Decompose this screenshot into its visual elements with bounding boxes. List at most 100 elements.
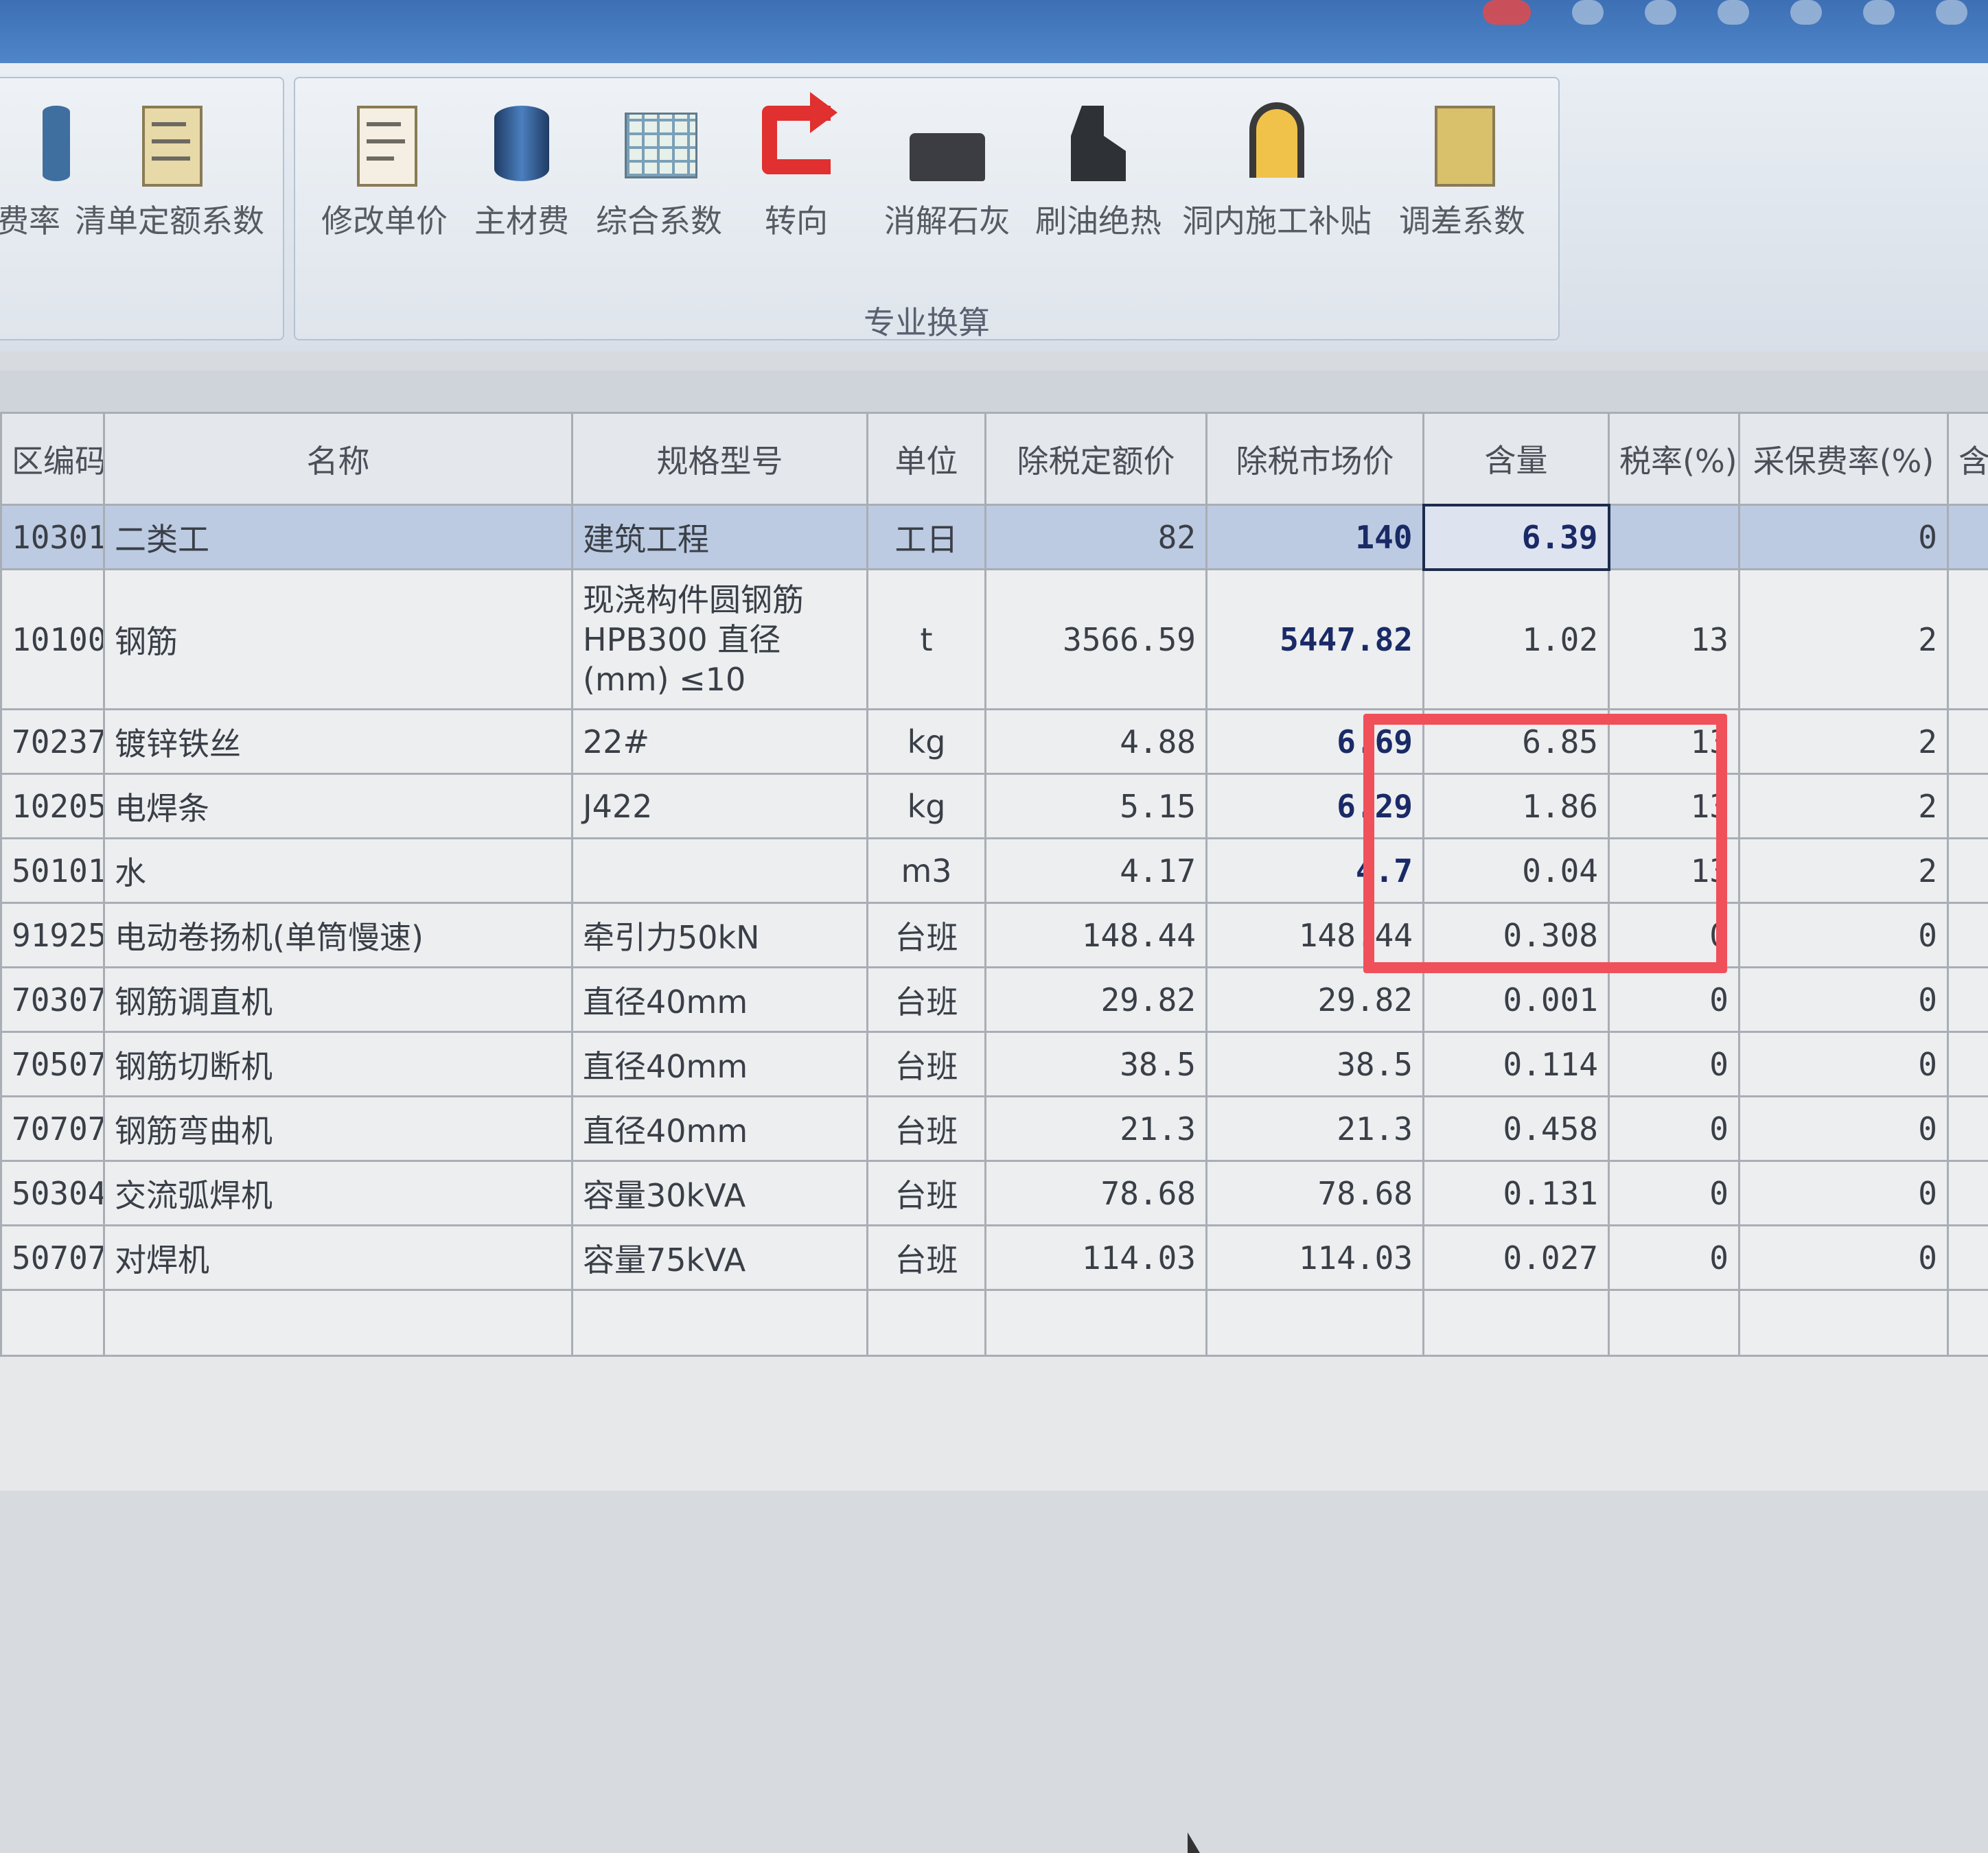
cell-unit[interactable]: 工日 [868,505,986,570]
cell-market-price[interactable]: 29.82 [1207,968,1424,1032]
cell-code[interactable]: 50101 [1,839,104,903]
cell-unit[interactable]: t [868,570,986,710]
mic-icon[interactable] [1790,0,1822,25]
cell-code[interactable]: 10100 [1,570,104,710]
cell-code[interactable]: 70307 [1,968,104,1032]
cell-spec[interactable]: 22# [573,710,868,774]
cell-extra[interactable] [1948,1032,1988,1097]
cell-extra[interactable] [1948,968,1988,1032]
cell-base-price[interactable]: 21.3 [986,1097,1207,1161]
tunnel-subsidy-button[interactable]: 洞内施工补贴 [1181,99,1373,242]
col-name[interactable]: 名称 [104,413,573,505]
col-more[interactable]: 含 [1948,413,1988,505]
cell-base-price[interactable]: 4.17 [986,839,1207,903]
cell-qty[interactable]: 0.458 [1424,1097,1609,1161]
table-row[interactable]: 50707对焊机容量75kVA台班114.03114.030.02700 [1,1226,1988,1290]
cell-name[interactable]: 二类工 [104,505,573,570]
cell-name[interactable]: 镀锌铁丝 [104,710,573,774]
cell-extra[interactable] [1948,1226,1988,1290]
empty-cell[interactable] [573,1290,868,1356]
cell-extra[interactable] [1948,1097,1988,1161]
cell-base-price[interactable]: 5.15 [986,774,1207,839]
cell-base-price[interactable]: 78.68 [986,1161,1207,1226]
cell-name[interactable]: 钢筋弯曲机 [104,1097,573,1161]
paint-insulation-button[interactable]: 刷油绝热 [1023,99,1174,242]
cell-unit[interactable]: kg [868,710,986,774]
cell-tax[interactable]: 13 [1609,570,1740,710]
cell-base-price[interactable]: 29.82 [986,968,1207,1032]
cell-spec[interactable]: 直径40mm [573,1032,868,1097]
empty-cell[interactable] [104,1290,573,1356]
cell-base-price[interactable]: 4.88 [986,710,1207,774]
cell-tax[interactable]: 0 [1609,968,1740,1032]
cell-base-price[interactable]: 114.03 [986,1226,1207,1290]
cell-qty[interactable]: 0.131 [1424,1161,1609,1226]
cell-base-price[interactable]: 3566.59 [986,570,1207,710]
col-base-price[interactable]: 除税定额价 [986,413,1207,505]
cell-spec[interactable] [573,839,868,903]
table-row[interactable]: 10100钢筋现浇构件圆钢筋HPB300 直径(mm) ≤10t3566.595… [1,570,1988,710]
cell-code[interactable]: 70507 [1,1032,104,1097]
cell-unit[interactable]: m3 [868,839,986,903]
cell-spec[interactable]: 建筑工程 [573,505,868,570]
empty-cell[interactable] [1207,1290,1424,1356]
empty-row[interactable] [1,1290,1988,1356]
cell-name[interactable]: 钢筋切断机 [104,1032,573,1097]
add-icon[interactable] [1572,0,1604,25]
empty-cell[interactable] [986,1290,1207,1356]
cell-qty[interactable]: 1.02 [1424,570,1609,710]
table-row[interactable]: 10301二类工建筑工程工日821406.390 [1,505,1988,570]
cell-code[interactable]: 50304 [1,1161,104,1226]
cell-qty[interactable]: 0.114 [1424,1032,1609,1097]
cell-name[interactable]: 电焊条 [104,774,573,839]
cell-qty[interactable]: 0.001 [1424,968,1609,1032]
col-tax-rate[interactable]: 税率(%) [1609,413,1740,505]
cell-name[interactable]: 电动卷扬机(单筒慢速) [104,903,573,968]
empty-cell[interactable] [1609,1290,1740,1356]
table-row[interactable]: 70307钢筋调直机直径40mm台班29.8229.820.00100 [1,968,1988,1032]
cell-qty[interactable]: 6.39 [1424,505,1609,570]
cell-unit[interactable]: 台班 [868,903,986,968]
cell-extra[interactable] [1948,505,1988,570]
cell-name[interactable]: 钢筋调直机 [104,968,573,1032]
empty-cell[interactable] [1424,1290,1609,1356]
cell-name[interactable]: 交流弧焊机 [104,1161,573,1226]
cell-unit[interactable]: 台班 [868,1097,986,1161]
cell-base-price[interactable]: 82 [986,505,1207,570]
cell-unit[interactable]: 台班 [868,968,986,1032]
cell-extra[interactable] [1948,570,1988,710]
col-unit[interactable]: 单位 [868,413,986,505]
cell-fee[interactable]: 0 [1740,1161,1948,1226]
cell-fee[interactable]: 0 [1740,1097,1948,1161]
cell-name[interactable]: 对焊机 [104,1226,573,1290]
cell-tax[interactable]: 0 [1609,1032,1740,1097]
arrow-icon[interactable] [1645,0,1676,25]
cell-fee[interactable]: 2 [1740,839,1948,903]
cell-extra[interactable] [1948,710,1988,774]
cell-spec[interactable]: 容量75kVA [573,1226,868,1290]
cell-extra[interactable] [1948,774,1988,839]
cell-market-price[interactable]: 114.03 [1207,1226,1424,1290]
cell-fee[interactable]: 2 [1740,774,1948,839]
cell-tax[interactable]: 0 [1609,1226,1740,1290]
cell-qty[interactable]: 0.027 [1424,1226,1609,1290]
cell-base-price[interactable]: 148.44 [986,903,1207,968]
keyboard-icon[interactable] [1863,0,1895,25]
cell-spec[interactable]: 现浇构件圆钢筋HPB300 直径(mm) ≤10 [573,570,868,710]
cell-name[interactable]: 水 [104,839,573,903]
empty-cell[interactable] [1740,1290,1948,1356]
cell-code[interactable]: 70707 [1,1097,104,1161]
cell-code[interactable]: 10301 [1,505,104,570]
cell-fee[interactable]: 2 [1740,710,1948,774]
cell-base-price[interactable]: 38.5 [986,1032,1207,1097]
bill-quota-coefficient-button[interactable]: 清单定额系数 [70,99,269,242]
table-row[interactable]: 70707钢筋弯曲机直径40mm台班21.321.30.45800 [1,1097,1988,1161]
cell-tax[interactable] [1609,505,1740,570]
cell-unit[interactable]: 台班 [868,1226,986,1290]
cell-extra[interactable] [1948,839,1988,903]
slaked-lime-button[interactable]: 消解石灰 [872,99,1023,242]
col-qty[interactable]: 含量 [1424,413,1609,505]
cell-market-price[interactable]: 5447.82 [1207,570,1424,710]
redirect-button[interactable]: 转向 [721,99,872,242]
col-spec[interactable]: 规格型号 [573,413,868,505]
